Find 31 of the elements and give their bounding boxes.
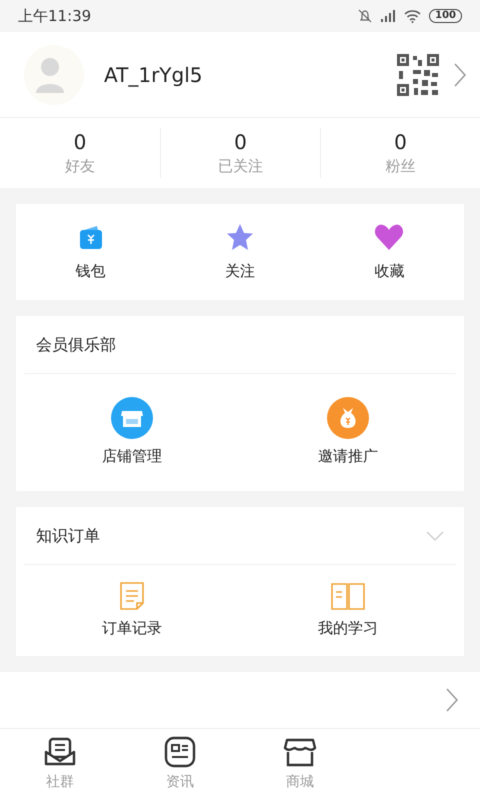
username: AT_1rYgl5 [104, 62, 204, 89]
shortcut-label[interactable]: 收藏 [374, 260, 404, 282]
star-icon [224, 222, 255, 252]
chevron-right-icon[interactable] [454, 62, 466, 86]
battery-indicator: 100 [429, 9, 462, 23]
signal-icon [380, 9, 396, 23]
shop-icon[interactable] [283, 736, 317, 768]
status-time: 上午11:39 [18, 6, 92, 27]
shortcut-label[interactable]: 关注 [224, 260, 255, 282]
menu-item-label[interactable]: 店铺管理 [102, 445, 162, 468]
menu-item-label[interactable]: 订单记录 [102, 617, 162, 640]
menu-item-label[interactable]: 我的学习 [318, 617, 378, 640]
section-title: 知识订单 [36, 524, 100, 546]
chevron-down-icon[interactable] [426, 530, 444, 540]
inbox-icon[interactable] [44, 737, 76, 767]
document-icon [119, 581, 145, 612]
book-icon [330, 581, 366, 612]
shortcut-label[interactable]: 钱包 [76, 260, 106, 282]
stat-value: 0 [74, 130, 86, 154]
section-title: 会员俱乐部 [36, 334, 116, 356]
money-bag-icon [327, 397, 369, 440]
stat-value: 0 [234, 130, 247, 154]
store-icon [111, 397, 153, 440]
stat-value: 0 [394, 130, 407, 154]
wifi-icon [404, 10, 422, 22]
qr-code-icon[interactable] [396, 52, 440, 96]
news-icon[interactable] [164, 736, 196, 768]
heart-icon [374, 222, 404, 251]
chevron-right-icon[interactable] [446, 688, 458, 712]
bell-off-icon [358, 9, 372, 23]
menu-item-label[interactable]: 邀请推广 [318, 445, 378, 468]
